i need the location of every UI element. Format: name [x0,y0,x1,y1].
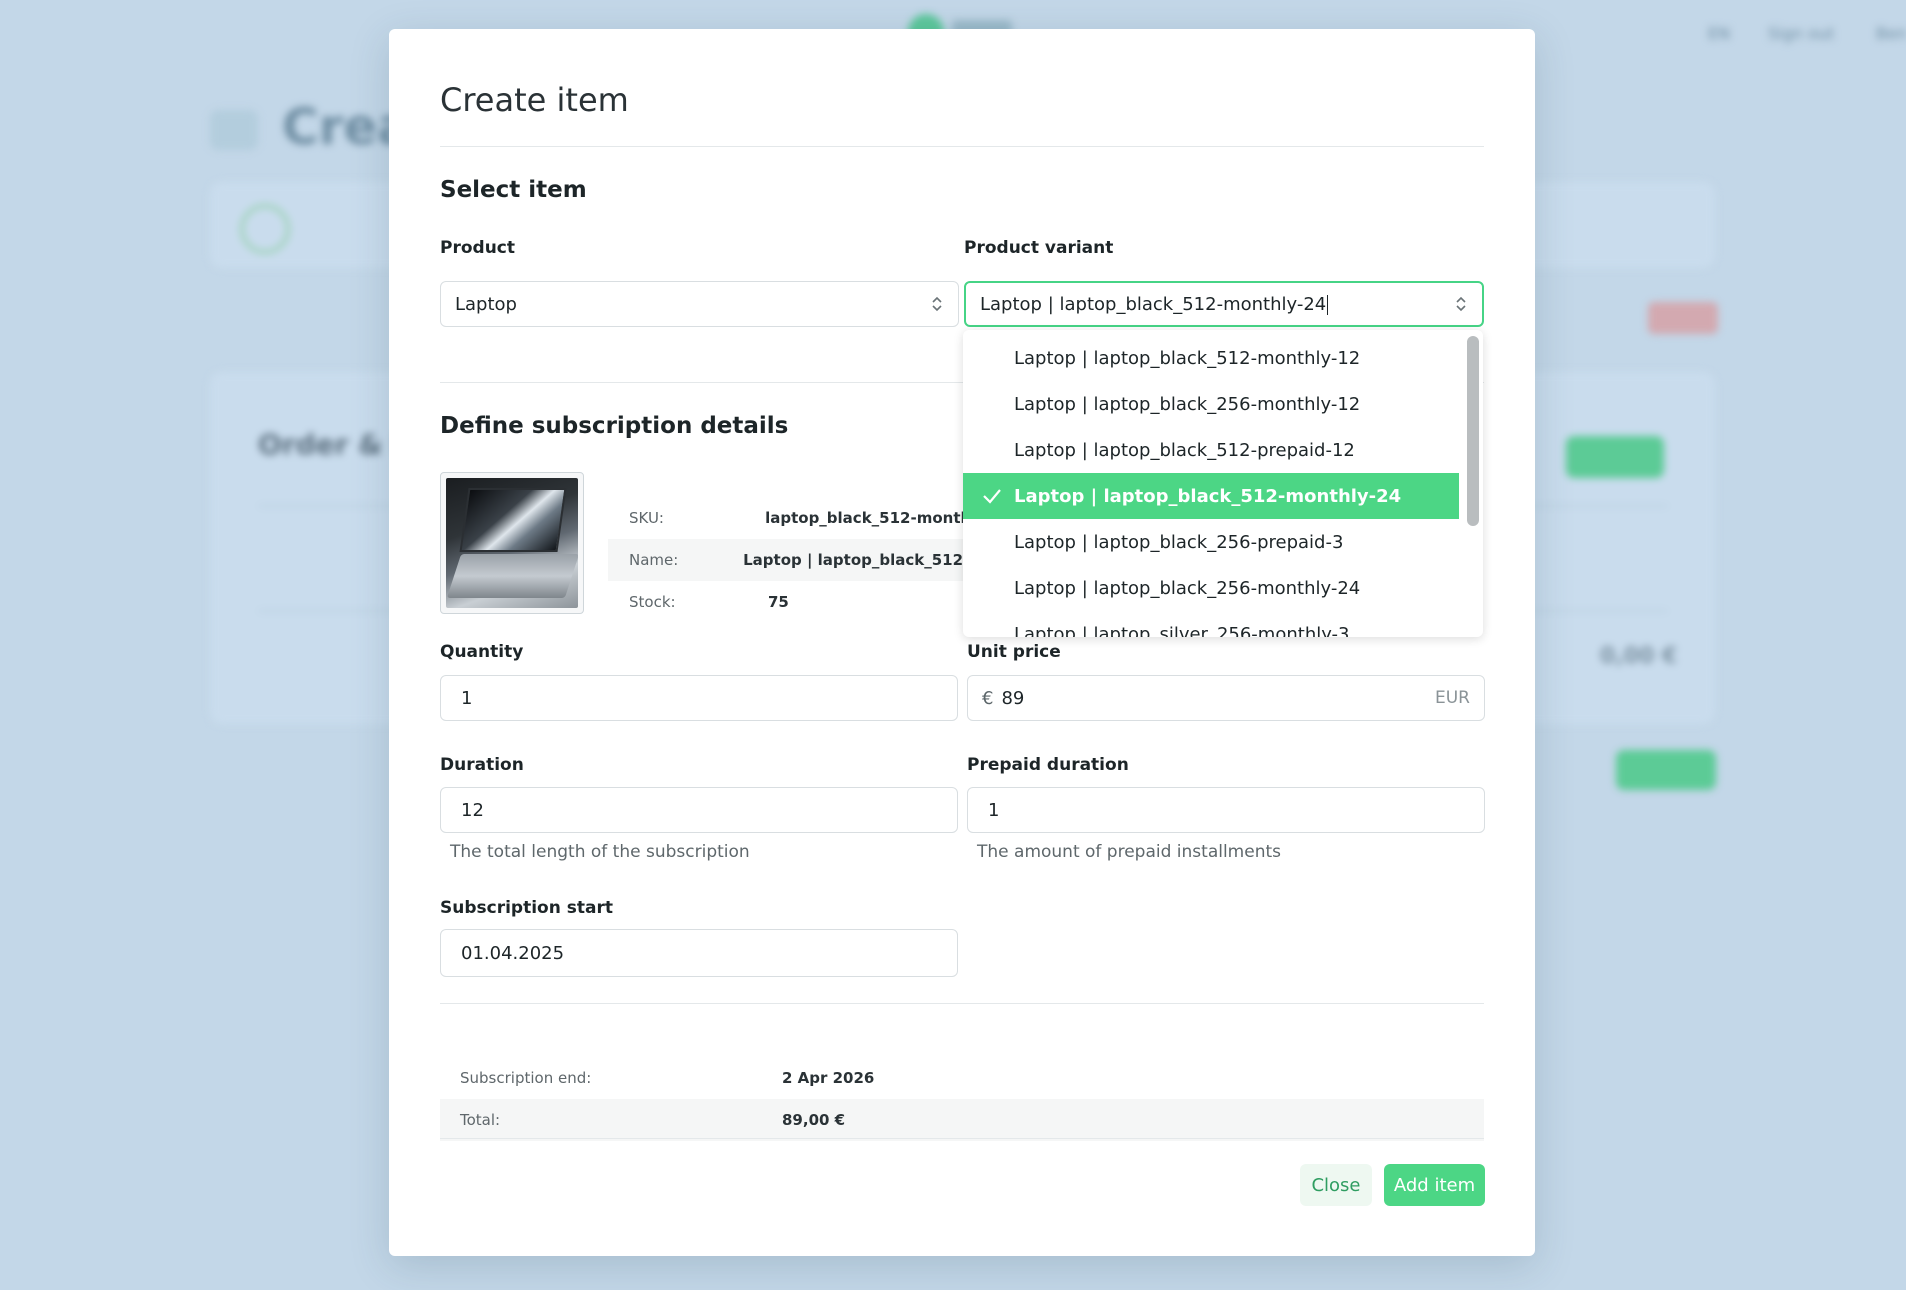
background-status-badge [1648,302,1718,334]
quantity-label: Quantity [440,642,524,662]
sku-label: SKU: [629,509,664,527]
duration-help: The total length of the subscription [450,842,750,862]
background-amount: 0,00 € [1600,644,1678,669]
product-variant-label: Product variant [964,238,1114,258]
product-variant-dropdown[interactable]: Laptop | laptop_black_512-monthly-12 Lap… [963,330,1483,637]
duration-label: Duration [440,755,524,775]
variant-option[interactable]: Laptop | laptop_black_256-monthly-24 [963,565,1459,611]
currency-suffix: EUR [1435,688,1470,708]
subscription-details-heading: Define subscription details [440,413,789,439]
background-continue-button [1616,750,1716,790]
product-select-value: Laptop [455,293,517,315]
product-select[interactable]: Laptop [440,281,959,327]
product-variant-select-value: Laptop | laptop_black_512-monthly-24 [980,293,1327,315]
name-row: Name: Laptop | laptop_black_512-monthly-… [608,539,1008,581]
duration-input[interactable]: 12 [440,787,958,833]
subscription-end-row: Subscription end: 2 Apr 2026 [440,1057,1484,1099]
add-item-button[interactable]: Add item [1384,1164,1485,1206]
background-back-icon [210,110,258,150]
prepaid-duration-value: 1 [988,799,1000,821]
create-item-modal: Create item Select item Product Laptop P… [389,29,1535,1256]
prepaid-duration-label: Prepaid duration [967,755,1129,775]
quantity-value: 1 [461,687,473,709]
updown-chevron-icon [1454,293,1468,315]
stock-value: 75 [768,593,789,611]
unit-price-value: 89 [1001,687,1025,709]
background-language-link: EN [1708,24,1731,43]
summary-table: Subscription end: 2 Apr 2026 Total: 89,0… [440,1057,1484,1141]
variant-option[interactable]: Laptop | laptop_black_256-prepaid-3 [963,519,1459,565]
background-signout-link: Sign out [1768,24,1835,43]
dropdown-scrollbar[interactable] [1467,336,1479,526]
sku-row: SKU: laptop_black_512-monthly-24 [608,497,1008,539]
select-item-heading: Select item [440,177,587,203]
summary-top-divider [440,1003,1484,1004]
variant-option-selected-label: Laptop | laptop_black_512-monthly-24 [1014,485,1402,507]
variant-option[interactable]: Laptop | laptop_black_512-prepaid-12 [963,427,1459,473]
text-cursor [1327,294,1329,315]
product-variant-select[interactable]: Laptop | laptop_black_512-monthly-24 [964,281,1484,327]
checkmark-icon [983,489,1001,504]
prepaid-duration-help: The amount of prepaid installments [977,842,1281,862]
modal-title: Create item [440,81,629,119]
stock-label: Stock: [629,593,676,611]
variant-option[interactable]: Laptop | laptop_black_512-monthly-12 [963,335,1459,381]
product-image [440,472,584,614]
unit-price-input[interactable]: € 89 EUR [967,675,1485,721]
background-user-link: Ben [1876,24,1906,43]
prepaid-duration-input[interactable]: 1 [967,787,1485,833]
stock-row: Stock: 75 [608,581,1008,623]
variant-option-selected[interactable]: Laptop | laptop_black_512-monthly-24 [963,473,1459,519]
subscription-end-value: 2 Apr 2026 [782,1069,875,1087]
laptop-image [446,478,578,608]
updown-chevron-icon [930,293,944,315]
total-label: Total: [460,1111,501,1129]
total-row: Total: 89,00 € [440,1099,1484,1141]
subscription-start-label: Subscription start [440,898,613,918]
close-button[interactable]: Close [1300,1164,1372,1206]
product-label: Product [440,238,515,258]
unit-price-label: Unit price [967,642,1061,662]
footer-divider [440,1138,1484,1139]
product-details-table: SKU: laptop_black_512-monthly-24 Name: L… [608,497,1008,623]
subscription-end-label: Subscription end: [460,1069,592,1087]
background-add-item-button [1566,436,1664,478]
header-divider [440,146,1484,147]
subscription-start-value: 01.04.2025 [461,942,565,964]
duration-value: 12 [461,799,484,821]
quantity-input[interactable]: 1 [440,675,958,721]
total-value: 89,00 € [782,1111,846,1129]
euro-prefix: € [982,687,994,709]
name-label: Name: [629,551,679,569]
background-status-icon [240,204,290,254]
variant-option[interactable]: Laptop | laptop_black_256-monthly-12 [963,381,1459,427]
subscription-start-input[interactable]: 01.04.2025 [440,929,958,977]
variant-option[interactable]: Laptop | laptop_silver_256-monthly-3 [963,611,1459,638]
background-section-title: Order & I [258,428,403,461]
